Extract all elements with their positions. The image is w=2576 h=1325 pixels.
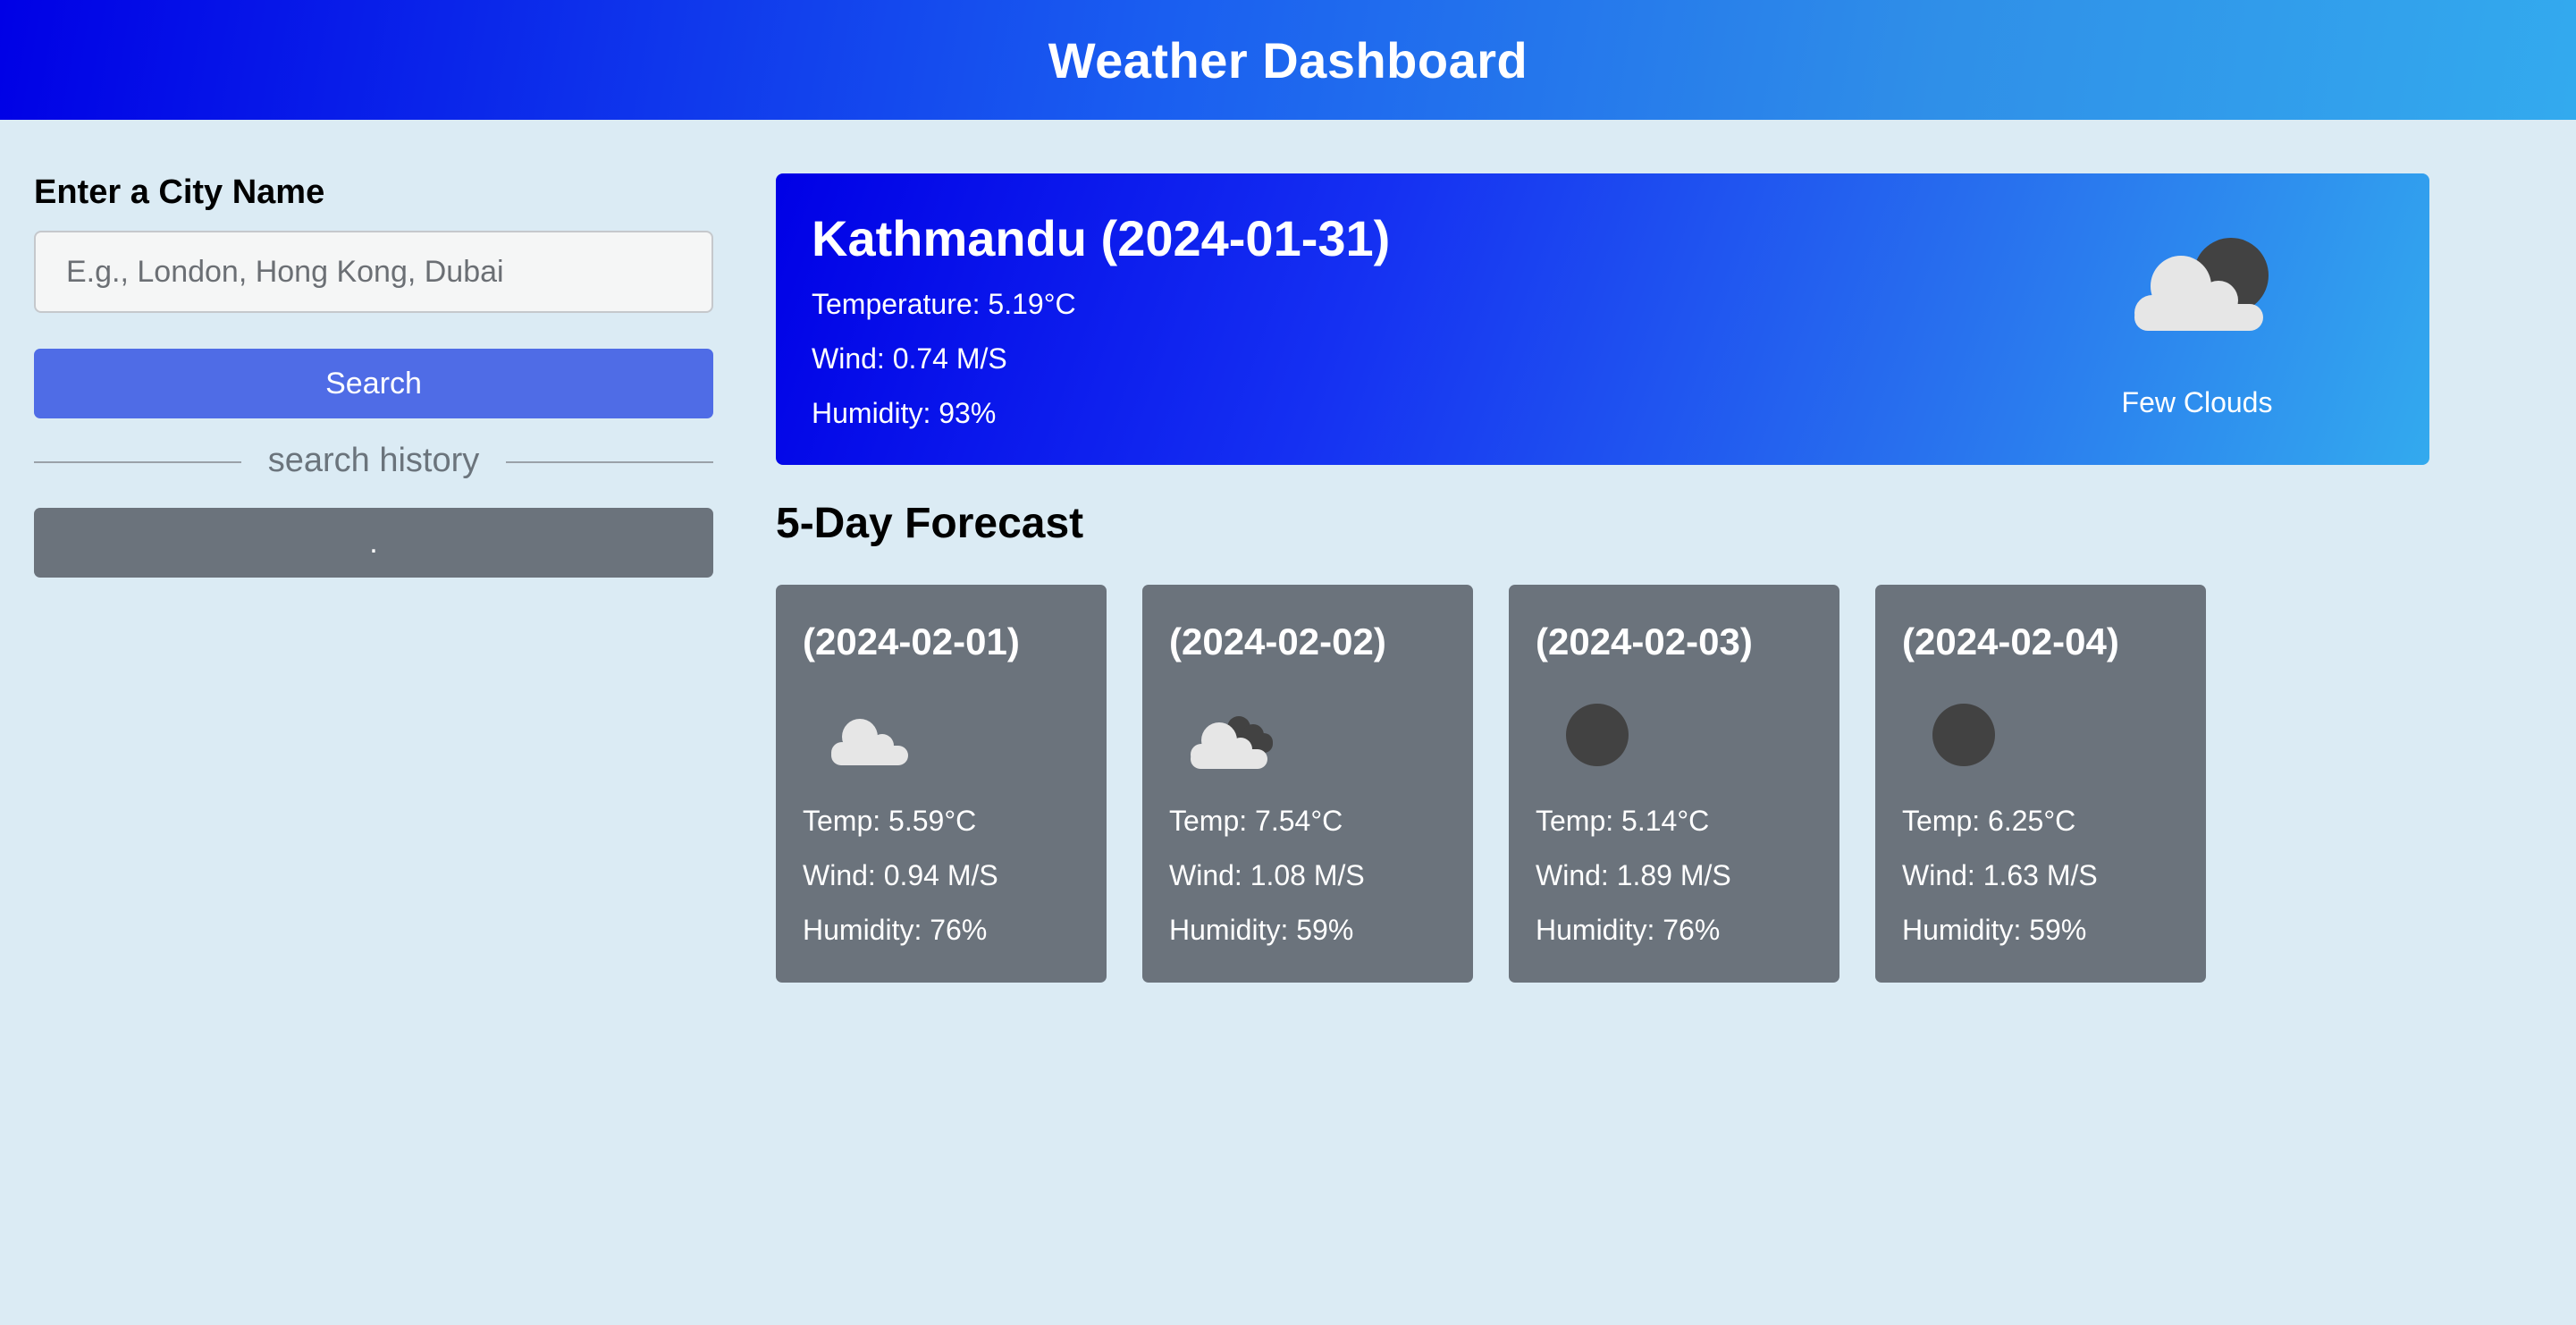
current-temperature: Temperature: 5.19°C xyxy=(812,288,1076,320)
forecast-temp: Temp: 7.54°C xyxy=(1169,805,1343,837)
current-city-title: Kathmandu (2024-01-31) xyxy=(812,210,1391,266)
city-search-input[interactable] xyxy=(34,231,713,313)
moon-icon xyxy=(1566,704,1629,766)
city-input-label: Enter a City Name xyxy=(34,173,325,211)
moon-icon xyxy=(1932,704,1995,766)
page-title: Weather Dashboard xyxy=(1048,31,1528,89)
forecast-wind: Wind: 1.63 M/S xyxy=(1902,859,2098,891)
forecast-wind: Wind: 1.89 M/S xyxy=(1536,859,1731,891)
cloud-moon-icon xyxy=(2134,238,2269,331)
forecast-card: (2024-02-03) Temp: 5.14°C Wind: 1.89 M/S… xyxy=(1509,585,1839,983)
forecast-card: (2024-02-04) Temp: 6.25°C Wind: 1.63 M/S… xyxy=(1875,585,2206,983)
forecast-card: (2024-02-02) Temp: 7.54°C Wind: 1.08 M/S… xyxy=(1142,585,1473,983)
search-history-divider: search history xyxy=(34,438,713,483)
current-humidity: Humidity: 93% xyxy=(812,397,997,429)
search-button[interactable]: Search xyxy=(34,349,713,418)
search-history-label: search history xyxy=(267,442,480,479)
current-weather-card: Kathmandu (2024-01-31) Temperature: 5.19… xyxy=(776,173,2429,465)
forecast-date: (2024-02-04) xyxy=(1902,620,2119,662)
search-history-item[interactable]: . xyxy=(34,508,713,578)
forecast-wind: Wind: 1.08 M/S xyxy=(1169,859,1365,891)
forecast-heading: 5-Day Forecast xyxy=(776,500,1084,547)
forecast-temp: Temp: 6.25°C xyxy=(1902,805,2076,837)
app-header: Weather Dashboard xyxy=(0,0,2576,120)
broken-clouds-icon xyxy=(1191,716,1273,769)
forecast-temp: Temp: 5.59°C xyxy=(803,805,977,837)
forecast-humidity: Humidity: 76% xyxy=(1536,914,1721,946)
forecast-humidity: Humidity: 59% xyxy=(1902,914,2087,946)
forecast-date: (2024-02-03) xyxy=(1536,620,1753,662)
divider-line-right xyxy=(506,461,713,463)
forecast-humidity: Humidity: 76% xyxy=(803,914,988,946)
current-description: Few Clouds xyxy=(2121,386,2273,418)
forecast-wind: Wind: 0.94 M/S xyxy=(803,859,998,891)
forecast-date: (2024-02-01) xyxy=(803,620,1020,662)
current-wind: Wind: 0.74 M/S xyxy=(812,342,1007,375)
forecast-humidity: Humidity: 59% xyxy=(1169,914,1354,946)
forecast-temp: Temp: 5.14°C xyxy=(1536,805,1710,837)
forecast-date: (2024-02-02) xyxy=(1169,620,1386,662)
forecast-card: (2024-02-01) Temp: 5.59°C Wind: 0.94 M/S… xyxy=(776,585,1107,983)
cloud-icon xyxy=(831,719,908,765)
